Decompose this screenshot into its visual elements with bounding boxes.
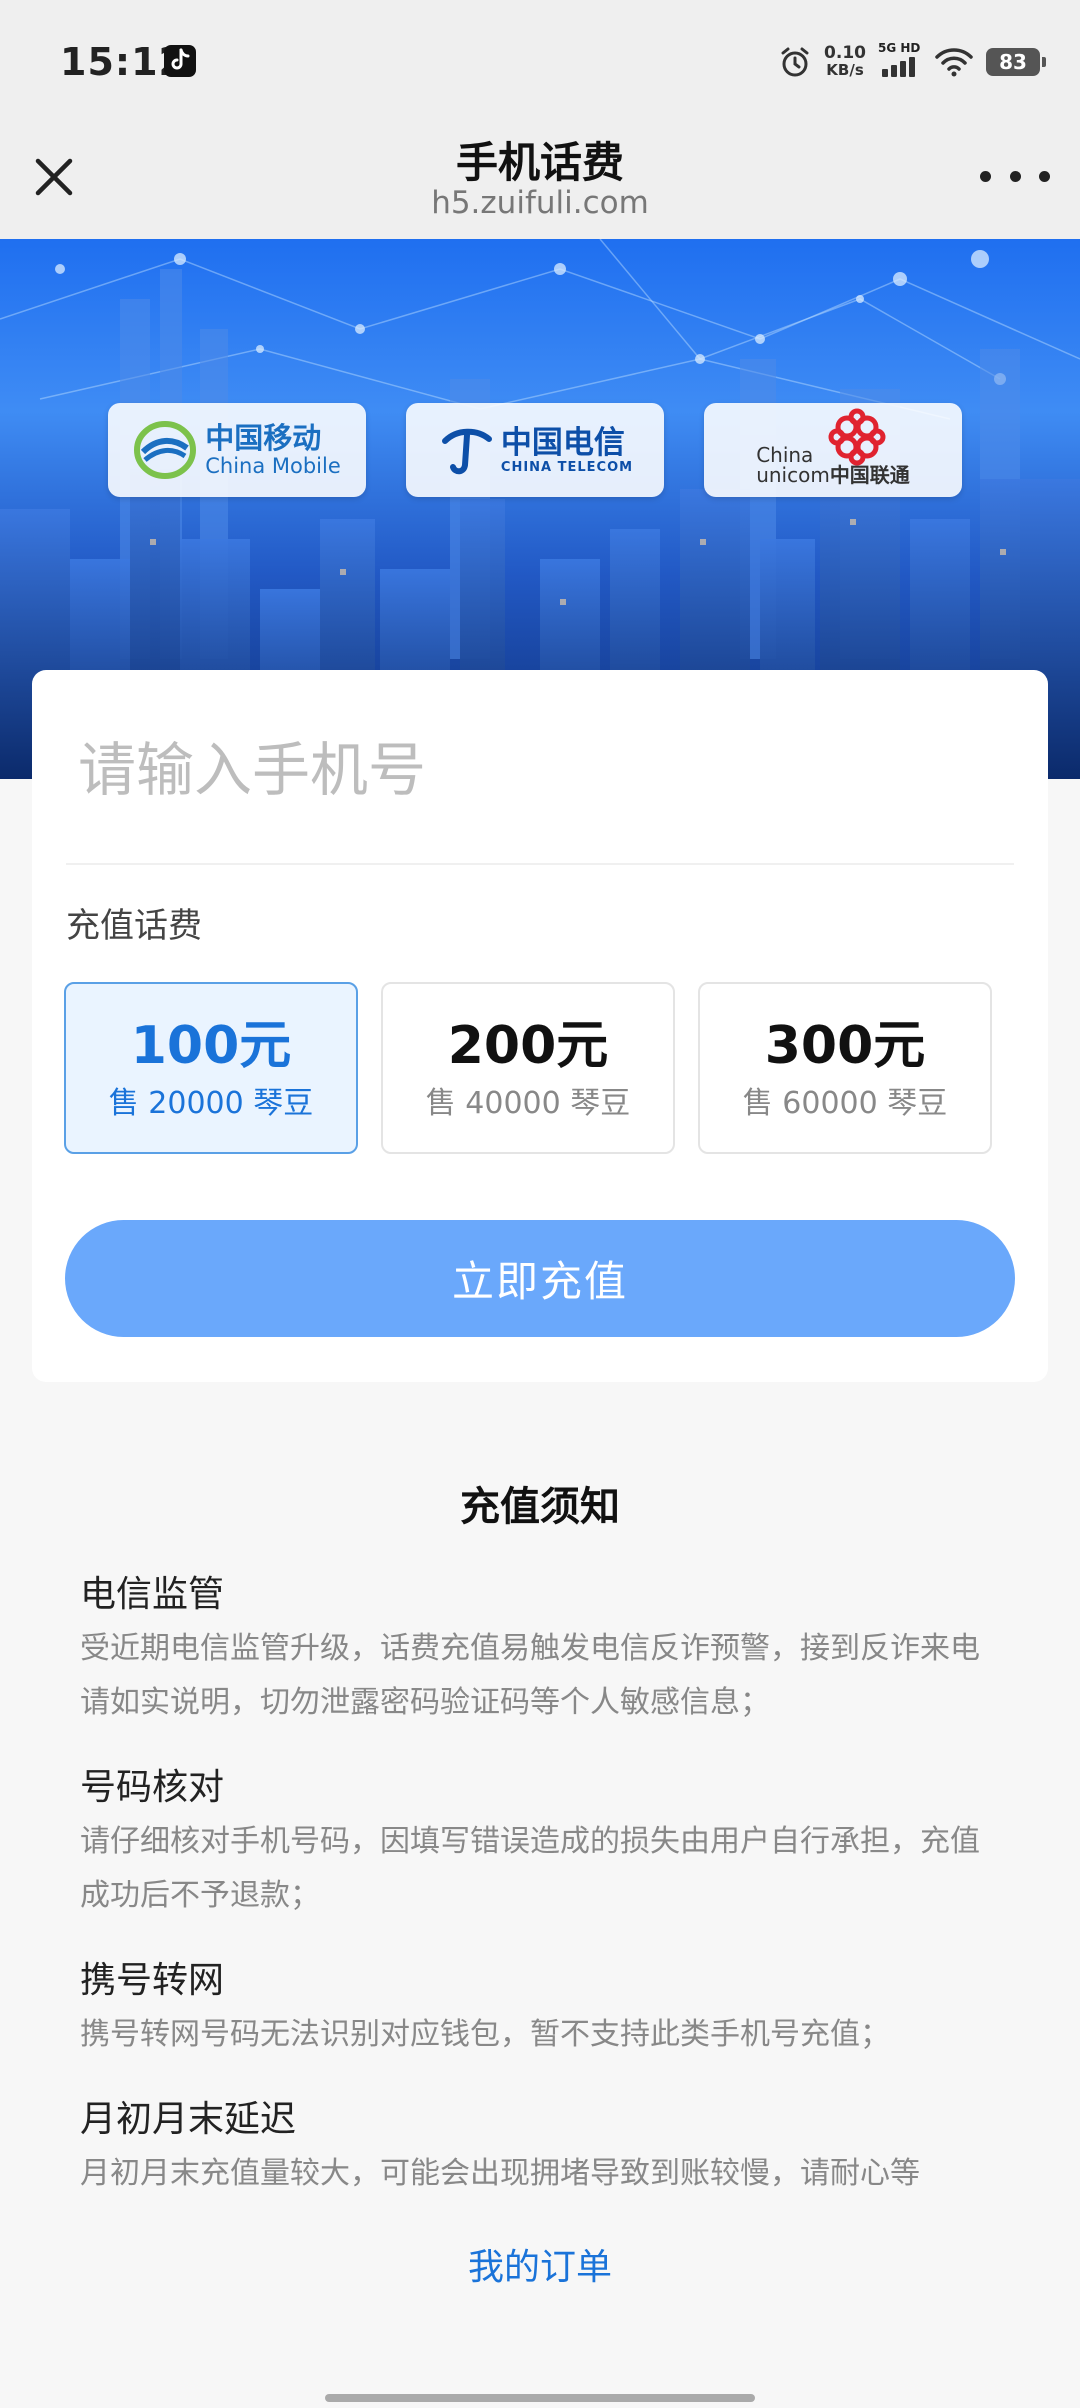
section-label: 充值话费 [66,906,202,946]
amount-value: 300元 [764,1016,926,1076]
notice-body: 请仔细核对手机号码，因填写错误造成的损失由用户自行承担，充值成功后不予退款； [80,1824,980,1913]
app-root: 15:12 0.10 KB/s 5G HD 83 手机话费 h5.zuifuli… [0,0,1080,2408]
wifi-icon [935,48,973,77]
recharge-card: 充值话费 100元 售 20000 琴豆 200元 售 40000 琴豆 300… [32,670,1048,1382]
net-speed: 0.10 KB/s [824,45,866,79]
china-telecom-name-cn: 中国电信 [500,424,625,461]
amount-value: 100元 [130,1016,292,1076]
alarm-icon [781,47,809,77]
notice-item: 月初月末延迟 月初月末充值量较大，可能会出现拥堵导致到账较慢，请耐心等 [80,2095,1000,2201]
status-icons: 0.10 KB/s 5G HD 83 [778,41,1046,82]
page-title: 手机话费 [455,138,624,187]
battery-icon: 83 [986,48,1046,76]
notice-heading: 号码核对 [80,1767,225,1808]
home-indicator[interactable] [325,2394,755,2402]
more-icon[interactable] [980,161,1050,191]
phone-number-input[interactable] [78,730,978,810]
amount-value: 200元 [447,1016,609,1076]
notice-heading: 电信监管 [80,1574,225,1615]
notice-heading: 携号转网 [80,1960,225,2001]
input-divider [66,863,1014,865]
china-telecom-logo: 中国电信 CHINA TELECOM [406,403,664,497]
signal-icon: 5G HD [878,41,922,79]
bottom-bar: 我的订单 [0,2204,1080,2408]
china-mobile-icon [134,421,197,479]
notice-body: 携号转网号码无法识别对应钱包，暂不支持此类手机号充值； [80,2017,890,2052]
notice-title: 充值须知 [460,1484,620,1530]
china-unicom-logo: China unicom中国联通 [704,403,962,497]
notice-item: 携号转网 携号转网号码无法识别对应钱包，暂不支持此类手机号充值； [80,1956,1000,2062]
net-speed-value: 0.10 [824,43,866,63]
china-mobile-name-cn: 中国移动 [205,421,322,455]
notice-item: 电信监管 受近期电信监管升级，话费充值易触发电信反诈预警，接到反诈来电请如实说明… [80,1570,1000,1730]
amount-option-100[interactable]: 100元 售 20000 琴豆 [64,982,358,1154]
my-orders-link[interactable]: 我的订单 [0,2238,1080,2290]
notice-list: 电信监管 受近期电信监管升级，话费充值易触发电信反诈预警，接到反诈来电请如实说明… [80,1570,1000,2204]
nav-bar: 手机话费 h5.zuifuli.com [0,125,1080,239]
china-unicom-knot-icon [828,408,886,466]
amount-price: 售 60000 琴豆 [742,1086,948,1121]
amount-option-200[interactable]: 200元 售 40000 琴豆 [381,982,675,1154]
net-speed-unit: KB/s [826,61,864,79]
page-domain: h5.zuifuli.com [431,185,649,221]
china-telecom-icon [441,428,492,475]
notice-body: 受近期电信监管升级，话费充值易触发电信反诈预警，接到反诈来电请如实说明，切勿泄露… [80,1631,980,1720]
china-telecom-name-en: CHINA TELECOM [500,459,634,475]
notice-item: 号码核对 请仔细核对手机号码，因填写错误造成的损失由用户自行承担，充值成功后不予… [80,1763,1000,1923]
recharge-now-button[interactable]: 立即充值 [65,1220,1015,1337]
notice-heading: 月初月末延迟 [80,2099,297,2140]
status-bar: 15:12 0.10 KB/s 5G HD 83 [0,0,1080,125]
amount-option-300[interactable]: 300元 售 60000 琴豆 [698,982,992,1154]
signal-label: 5G HD [878,41,921,55]
china-mobile-name-en: China Mobile [205,454,341,478]
china-mobile-logo: 中国移动 China Mobile [108,403,366,497]
china-unicom-name-en-2: unicom [756,463,830,487]
battery-level: 83 [999,50,1027,74]
notice-body: 月初月末充值量较大，可能会出现拥堵导致到账较慢，请耐心等 [80,2156,920,2191]
amount-price: 售 20000 琴豆 [108,1086,314,1121]
carrier-logos: 中国移动 China Mobile 中国电信 CHINA TELECOM Chi… [108,403,964,497]
tiktok-icon [164,45,196,77]
amount-price: 售 40000 琴豆 [425,1086,631,1121]
